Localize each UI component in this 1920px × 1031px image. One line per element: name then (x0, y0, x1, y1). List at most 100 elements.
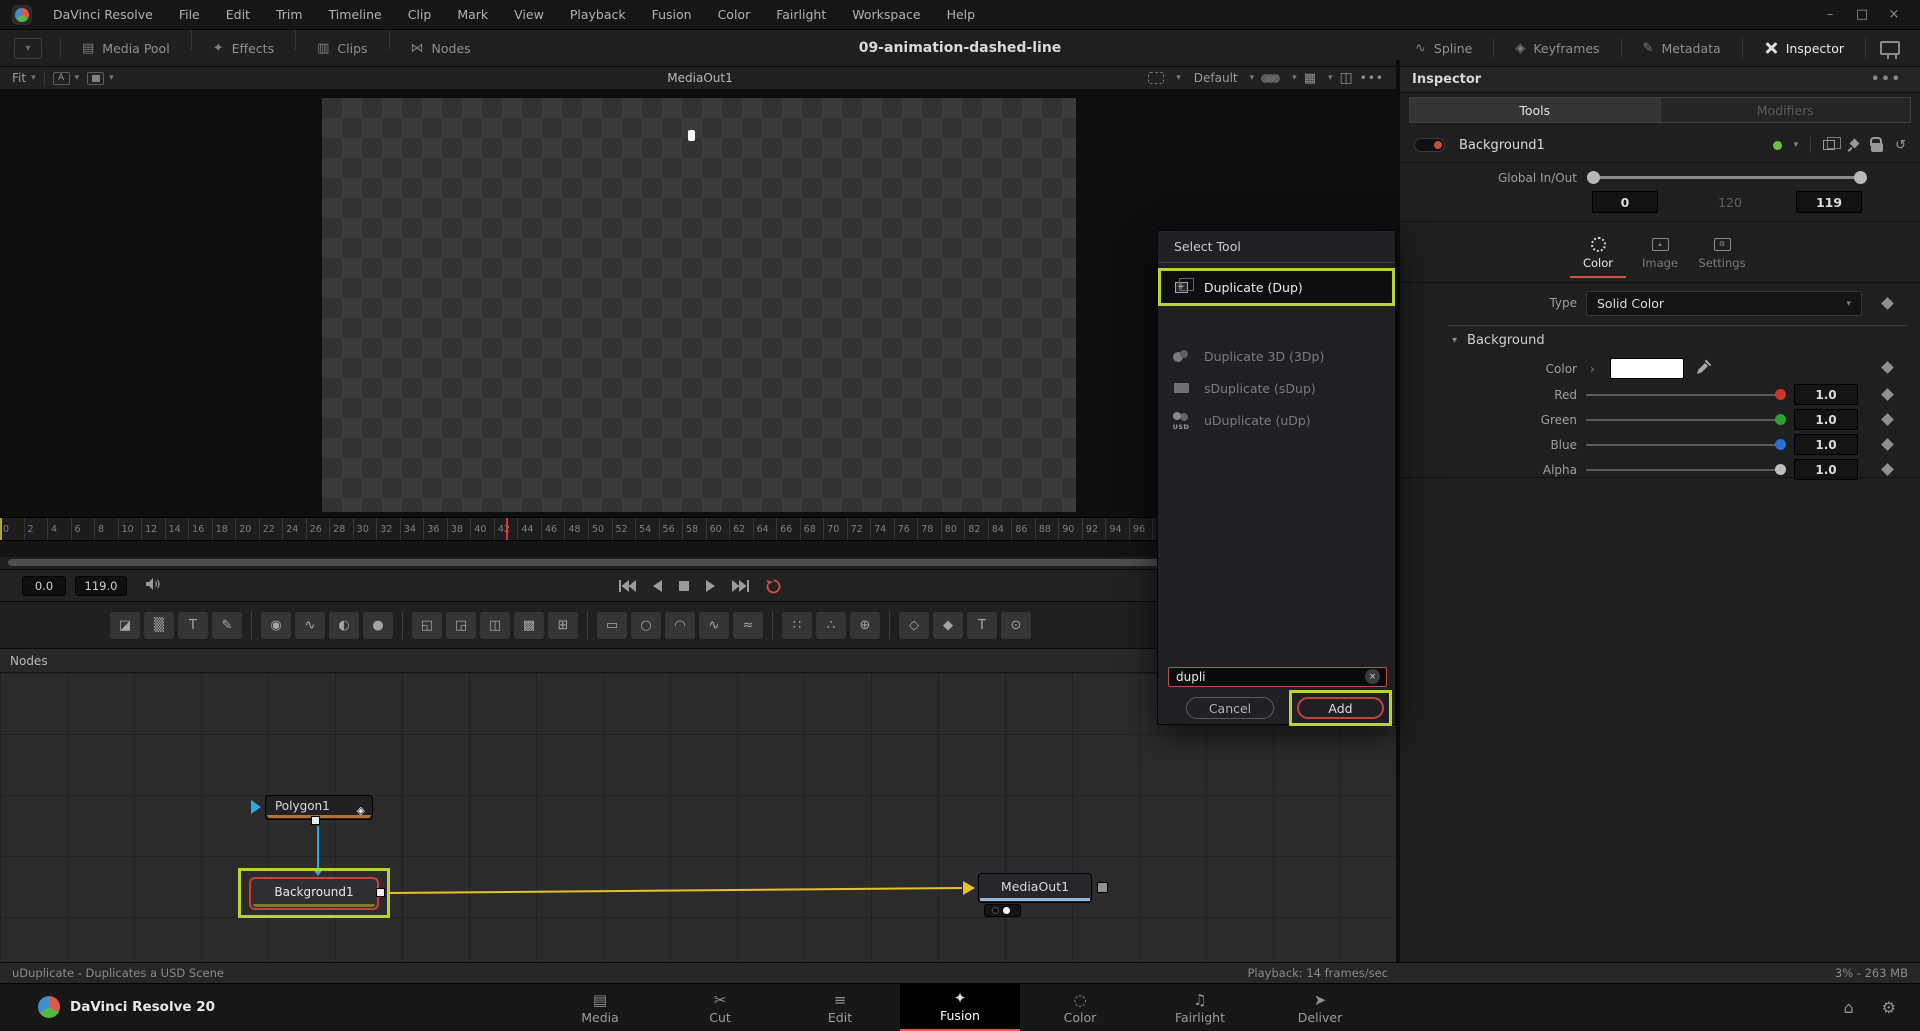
keyframe-diamond-icon[interactable] (1881, 463, 1894, 476)
dual-viewer-icon[interactable]: ◫ (1340, 70, 1353, 86)
playhead[interactable] (506, 518, 508, 540)
page-tab-fairlight[interactable]: ♫Fairlight (1140, 984, 1260, 1031)
slider-handle[interactable] (1775, 389, 1786, 400)
tab-modifiers[interactable]: Modifiers (1660, 98, 1911, 122)
menu-playback[interactable]: Playback (557, 0, 639, 30)
color-swatch[interactable] (1610, 358, 1684, 379)
lock-icon[interactable] (1871, 143, 1883, 152)
subtab-image[interactable]: ▴Image (1631, 225, 1689, 282)
menu-timeline[interactable]: Timeline (316, 0, 395, 30)
text-3d-tool[interactable]: T (967, 612, 997, 639)
slider-handle[interactable] (1587, 171, 1600, 184)
home-icon[interactable]: ⌂ (1844, 998, 1854, 1017)
clear-search-icon[interactable]: × (1365, 669, 1380, 684)
cancel-button[interactable]: Cancel (1186, 697, 1274, 719)
background-tool[interactable]: ◪ (110, 612, 140, 639)
image-plane-3d-tool[interactable]: ◇ (899, 612, 929, 639)
keyframe-diamond-icon[interactable] (1881, 388, 1894, 401)
menu-fairlight[interactable]: Fairlight (763, 0, 839, 30)
menu-davinci-resolve[interactable]: DaVinci Resolve (40, 0, 166, 30)
chevron-down-icon[interactable]: ▾ (1794, 140, 1799, 150)
zoom-mode-dropdown[interactable]: Fit (12, 71, 26, 85)
stop-button[interactable] (678, 579, 690, 593)
channel-slider-alpha[interactable] (1586, 469, 1782, 471)
channel-slider-blue[interactable] (1586, 444, 1782, 446)
node-enable-toggle[interactable] (1414, 138, 1445, 152)
channel-value-field[interactable]: 1.0 (1794, 434, 1858, 455)
page-tab-media[interactable]: ▤Media (540, 984, 660, 1031)
keyframe-diamond-icon[interactable] (1881, 438, 1894, 451)
menu-view[interactable]: View (501, 0, 557, 30)
viewer-options-icon[interactable]: ••• (1360, 71, 1384, 85)
channel-value-field[interactable]: 1.0 (1794, 384, 1858, 405)
panel-splitter[interactable] (1396, 60, 1400, 962)
keyframe-diamond-icon[interactable] (1881, 413, 1894, 426)
eyedropper-icon[interactable] (1696, 359, 1712, 378)
brightness-contrast-tool[interactable]: ◐ (329, 612, 359, 639)
page-tab-deliver[interactable]: ➤Deliver (1260, 984, 1380, 1031)
reset-icon[interactable]: ↺ (1895, 138, 1906, 153)
skip-end-button[interactable] (732, 579, 750, 593)
play-reverse-button[interactable] (651, 579, 663, 593)
particle-merge-tool[interactable]: ∴ (816, 612, 846, 639)
polygon-output-port[interactable] (311, 816, 320, 825)
tool-item-duplicate-3d[interactable]: Duplicate 3D (3Dp) (1158, 341, 1395, 371)
mediaout-input-port[interactable] (963, 881, 975, 895)
toolbar-button-media-pool[interactable]: ▤Media Pool (67, 30, 185, 66)
channel-value-field[interactable]: 1.0 (1794, 409, 1858, 430)
shape-3d-tool[interactable]: ◆ (933, 612, 963, 639)
double-poly-mask-tool[interactable]: ≈ (733, 612, 763, 639)
monitor-icon[interactable] (1880, 41, 1900, 55)
toolbar-button-metadata[interactable]: ✎Metadata (1628, 30, 1736, 66)
expand-icon[interactable]: › (1590, 362, 1595, 376)
ellipse-mask-tool[interactable]: ○ (631, 612, 661, 639)
merge-3d-tool[interactable]: ⊙ (1001, 612, 1031, 639)
toolbar-button-spline[interactable]: ∿Spline (1400, 30, 1487, 66)
keyframe-diamond-icon[interactable] (1881, 361, 1894, 374)
menu-fusion[interactable]: Fusion (639, 0, 705, 30)
rectangle-mask-tool[interactable]: ▭ (597, 612, 627, 639)
roi-icon[interactable] (1148, 72, 1164, 84)
global-in-out-slider[interactable] (1592, 176, 1862, 179)
channel-slider-red[interactable] (1586, 394, 1782, 396)
add-button[interactable]: Add (1297, 697, 1384, 719)
duration-field[interactable]: 119.0 (75, 576, 127, 596)
tool-search-input[interactable] (1168, 667, 1387, 687)
pin-icon[interactable] (1847, 139, 1859, 151)
slider-handle[interactable] (1854, 171, 1867, 184)
skip-start-button[interactable] (618, 579, 636, 593)
play-button[interactable] (705, 579, 717, 593)
particle-emitter-tool[interactable]: ∷ (782, 612, 812, 639)
menu-color[interactable]: Color (705, 0, 764, 30)
current-time-field[interactable]: 0.0 (22, 576, 66, 596)
keyframe-diamond-icon[interactable] (1881, 297, 1894, 310)
merge-tool[interactable]: ◫ (480, 612, 510, 639)
channel-button[interactable]: A (53, 72, 70, 85)
bspline-mask-tool[interactable]: ∿ (699, 612, 729, 639)
subtab-settings[interactable]: ⚙Settings (1693, 225, 1751, 282)
resize-tool[interactable]: ⊞ (548, 612, 578, 639)
subtab-color[interactable]: Color (1569, 225, 1627, 282)
paint-tool[interactable]: ✎ (212, 612, 242, 639)
page-tab-edit[interactable]: ≡Edit (780, 984, 900, 1031)
menu-help[interactable]: Help (934, 0, 989, 30)
tile-color-icon[interactable] (1773, 141, 1782, 150)
node-mediaout1[interactable]: MediaOut1 (978, 873, 1092, 903)
menu-workspace[interactable]: Workspace (839, 0, 933, 30)
loop-button[interactable] (765, 578, 782, 594)
toolbar-button-clips[interactable]: ▥Clips (302, 30, 382, 66)
minimize-button[interactable]: – (1814, 7, 1846, 22)
polygon-mask-tool[interactable]: ◠ (665, 612, 695, 639)
page-tab-color[interactable]: ◌Color (1020, 984, 1140, 1031)
maximize-button[interactable]: □ (1846, 7, 1878, 22)
background-section-header[interactable]: ▾Background (1452, 333, 1545, 348)
menu-mark[interactable]: Mark (444, 0, 501, 30)
polygon-input-port[interactable] (251, 800, 261, 814)
global-out-field[interactable]: 119 (1796, 191, 1862, 213)
color-corrector-tool[interactable]: ◉ (261, 612, 291, 639)
text-plus-tool[interactable]: T (178, 612, 208, 639)
menu-edit[interactable]: Edit (213, 0, 263, 30)
lut-dropdown[interactable]: Default (1194, 71, 1238, 85)
slider-handle[interactable] (1775, 464, 1786, 475)
tab-tools[interactable]: Tools (1410, 98, 1660, 122)
